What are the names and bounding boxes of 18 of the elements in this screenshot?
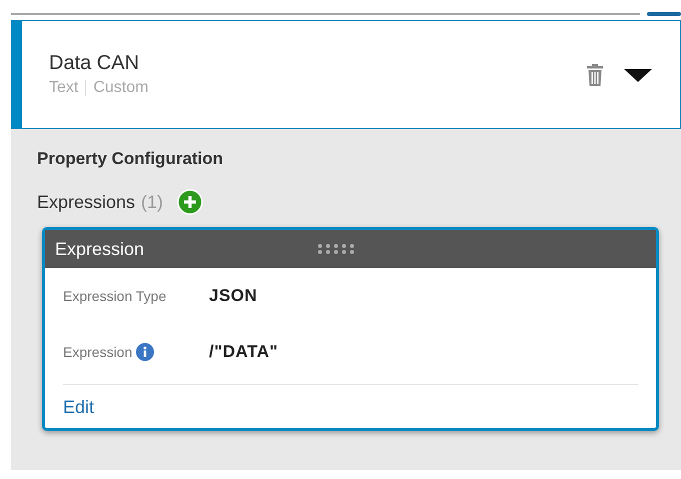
add-icon[interactable]: [177, 189, 204, 215]
item-title: Data CAN: [49, 52, 140, 75]
field-value: JSON: [209, 286, 258, 306]
item-source: Custom: [93, 79, 148, 97]
expressions-count: (1): [141, 192, 164, 212]
section-title: Property Configuration: [37, 149, 224, 169]
item-type: Text: [49, 79, 78, 97]
edit-link[interactable]: Edit: [63, 397, 94, 418]
caret-icon[interactable]: [624, 66, 652, 82]
field-value: /"DATA": [209, 342, 278, 362]
trash-icon[interactable]: [586, 62, 604, 86]
expressions-label: Expressions: [37, 192, 136, 212]
card-title: Expression: [55, 238, 146, 260]
tab-edge: [647, 12, 681, 16]
drag-handle-icon[interactable]: [317, 243, 355, 255]
info-icon[interactable]: [136, 343, 154, 361]
field-label: Expression Type: [63, 288, 166, 304]
field-label: Expression: [63, 344, 132, 360]
